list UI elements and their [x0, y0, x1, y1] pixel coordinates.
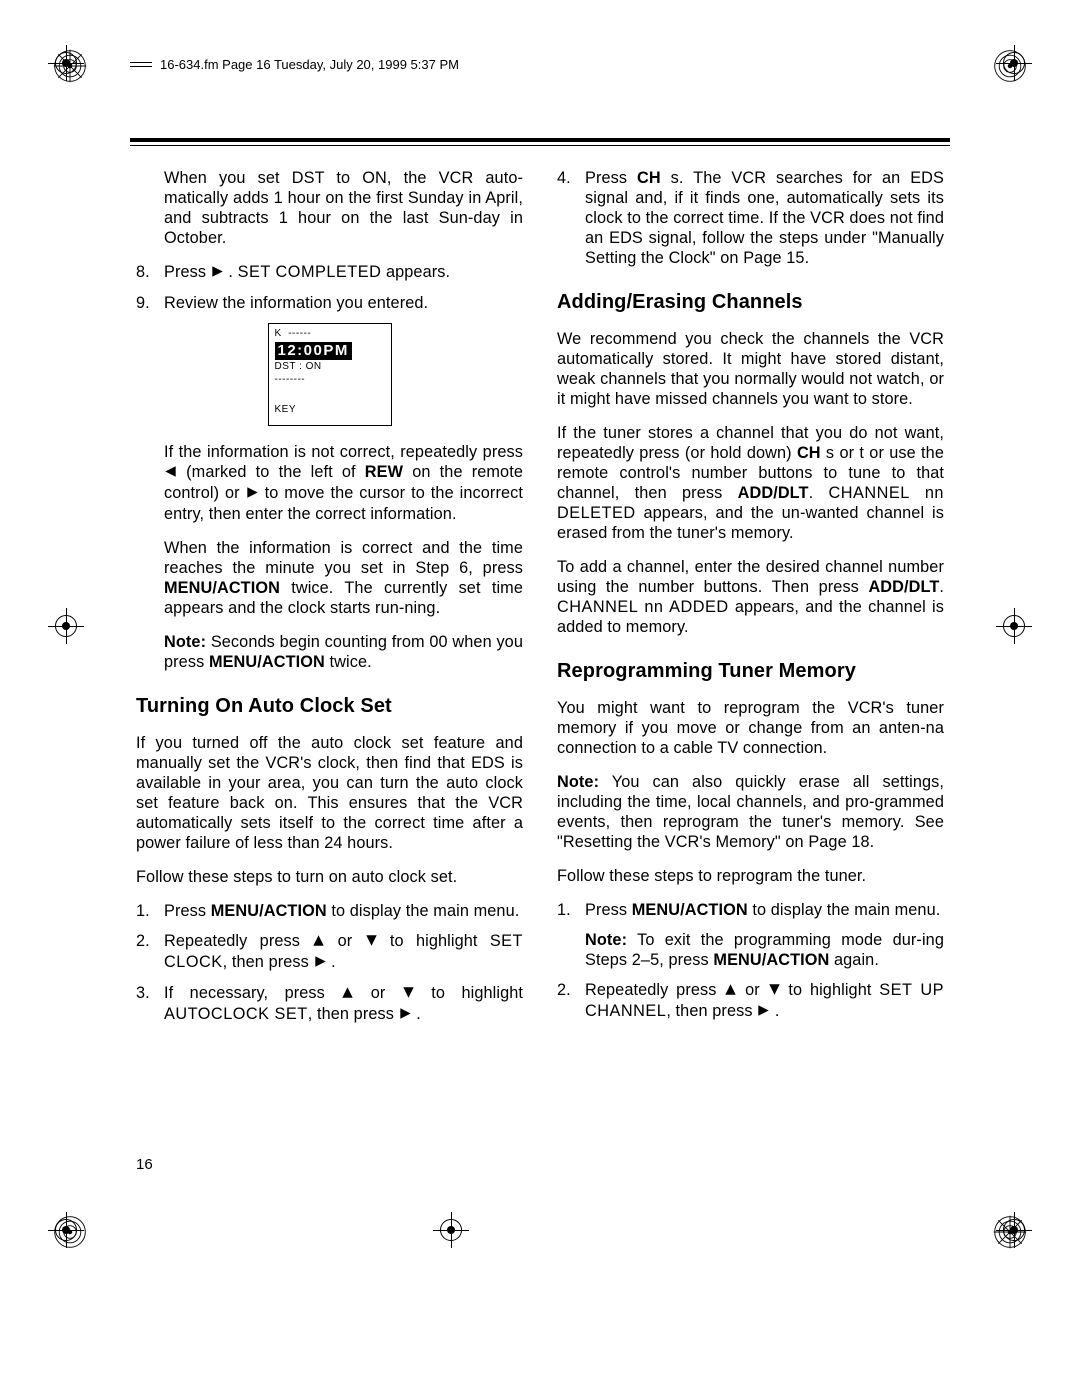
page-number: 16 — [136, 1156, 153, 1173]
rosette-icon — [52, 1214, 88, 1250]
up-icon — [341, 984, 354, 1004]
auto-clock-steps: 1. Press MENU/ACTION to display the main… — [136, 901, 523, 1025]
registration-mark — [433, 1212, 469, 1248]
rosette-icon — [992, 1214, 1028, 1250]
list-item: 9. Review the information you entered. — [136, 293, 523, 313]
dst-paragraph: When you set DST to ON, the VCR auto-mat… — [164, 168, 523, 248]
up-icon — [724, 981, 737, 1001]
rosette-icon — [992, 48, 1028, 84]
registration-mark — [48, 608, 84, 644]
rep-lead: Follow these steps to reprogram the tune… — [557, 866, 944, 886]
down-icon — [365, 932, 378, 952]
play-icon — [399, 1005, 412, 1025]
clock-illustration: K ------ 12:00PM DST : ON -------- KEY — [268, 323, 392, 426]
list-item: 2. Repeatedly press or to highlight SET … — [136, 931, 523, 973]
registration-mark — [996, 608, 1032, 644]
add-p2: If the tuner stores a channel that you d… — [557, 423, 944, 543]
rep-p2: Note: You can also quickly erase all set… — [557, 772, 944, 852]
header-text: 16-634.fm Page 16 Tuesday, July 20, 1999… — [160, 57, 459, 72]
note-seconds: Note: Seconds begin counting from 00 whe… — [164, 632, 523, 672]
rew-icon — [164, 463, 177, 483]
play-icon — [246, 484, 259, 504]
confirm-paragraph: When the information is correct and the … — [164, 538, 523, 618]
add-p3: To add a channel, enter the desired chan… — [557, 557, 944, 637]
list-item: 1. Press MENU/ACTION to display the main… — [136, 901, 523, 921]
correction-paragraph: If the information is not correct, repea… — [164, 442, 523, 524]
down-icon — [768, 981, 781, 1001]
left-column: When you set DST to ON, the VCR auto-mat… — [136, 168, 523, 1039]
body-columns: When you set DST to ON, the VCR auto-mat… — [136, 168, 944, 1039]
clock-time: 12:00PM — [275, 342, 352, 361]
add-p1: We recommend you check the channels the … — [557, 329, 944, 409]
header-bars-icon — [130, 59, 152, 70]
rep-step1-note: Note: To exit the programming mode dur-i… — [585, 930, 944, 970]
play-icon — [211, 263, 224, 283]
play-icon — [314, 953, 327, 973]
play-icon — [757, 1002, 770, 1022]
reprogram-steps: 1. Press MENU/ACTION to display the main… — [557, 900, 944, 1022]
heading-add-erase: Adding/Erasing Channels — [557, 290, 944, 315]
list-item: 1. Press MENU/ACTION to display the main… — [557, 900, 944, 970]
auto-intro: If you turned off the auto clock set fea… — [136, 733, 523, 853]
auto-clock-step4: 4. Press CH s. The VCR searches for an E… — [557, 168, 944, 268]
title-rule — [130, 138, 950, 146]
page: 16-634.fm Page 16 Tuesday, July 20, 1999… — [0, 0, 1080, 1397]
up-icon — [312, 932, 325, 952]
rep-p1: You might want to reprogram the VCR's tu… — [557, 698, 944, 758]
auto-lead: Follow these steps to turn on auto clock… — [136, 867, 523, 887]
setup-steps-continued: 8. Press . SET COMPLETED appears. 9. Rev… — [136, 262, 523, 313]
list-item: 4. Press CH s. The VCR searches for an E… — [557, 168, 944, 268]
running-header: 16-634.fm Page 16 Tuesday, July 20, 1999… — [130, 57, 459, 72]
list-item: 2. Repeatedly press or to highlight SET … — [557, 980, 944, 1022]
rosette-icon — [52, 48, 88, 84]
down-icon — [402, 984, 415, 1004]
right-column: 4. Press CH s. The VCR searches for an E… — [557, 168, 944, 1039]
list-item: 3. If necessary, press or to highlight A… — [136, 983, 523, 1025]
list-item: 8. Press . SET COMPLETED appears. — [136, 262, 523, 283]
heading-auto-clock: Turning On Auto Clock Set — [136, 694, 523, 719]
heading-reprogram: Reprogramming Tuner Memory — [557, 659, 944, 684]
